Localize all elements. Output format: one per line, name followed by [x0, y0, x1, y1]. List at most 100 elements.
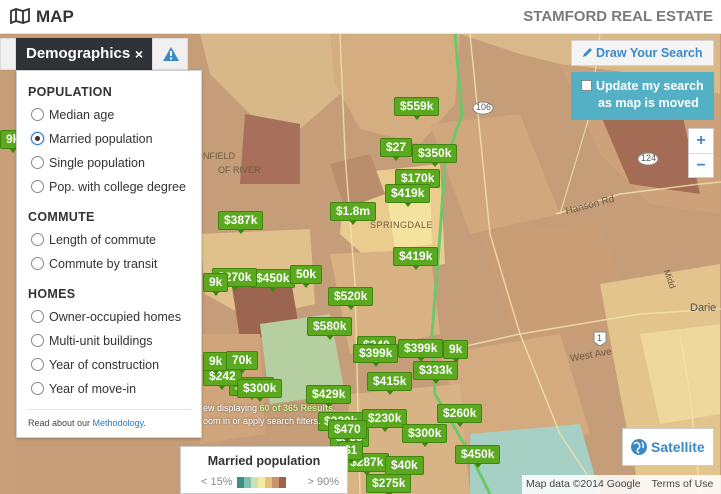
divider [27, 409, 191, 410]
update-on-move-toggle[interactable]: Update my search as map is moved [571, 72, 714, 120]
methodology-prefix: Read about our [28, 418, 93, 428]
radio-icon[interactable] [31, 382, 44, 395]
warning-tab[interactable] [152, 38, 188, 70]
option-label: Length of commute [49, 233, 157, 247]
results-message: ew displaying 60 of 365 Results. oom in … [203, 402, 336, 428]
price-pin[interactable]: $387k [218, 211, 264, 234]
price-pin[interactable]: $419k [393, 247, 439, 270]
place-label-of-river: OF RIVER [218, 165, 261, 175]
option-label: Median age [49, 108, 115, 122]
price-pin[interactable]: $350k [412, 144, 458, 167]
radio-icon[interactable] [31, 108, 44, 121]
price-pin[interactable]: $419k [385, 184, 431, 207]
legend-color-ramp [237, 477, 286, 488]
legend-swatch [251, 477, 258, 488]
price-pin[interactable]: $275k [366, 474, 412, 494]
road-shield-124: 124 [641, 153, 657, 163]
methodology-note: Read about our Methodology. [28, 418, 146, 428]
results-hint: oom in or apply search filters. [203, 416, 321, 426]
legend-swatch [244, 477, 251, 488]
option-label: Pop. with college degree [49, 180, 186, 194]
option-owner-occupied[interactable]: Owner-occupied homes [31, 308, 181, 326]
top-bar: MAP STAMFORD REAL ESTATE [0, 0, 721, 34]
price-pin[interactable]: $580k [307, 317, 353, 340]
radio-icon[interactable] [31, 310, 44, 323]
brand-name[interactable]: STAMFORD REAL ESTATE [523, 8, 713, 25]
price-pin[interactable]: $300k [402, 424, 448, 447]
price-pin[interactable]: $333k [413, 361, 459, 384]
price-pin[interactable]: $260k [437, 404, 483, 427]
map-data-credit: Map data ©2014 Google [526, 478, 641, 490]
option-year-of-move-in[interactable]: Year of move-in [31, 380, 136, 398]
price-pin[interactable]: $399k [398, 339, 444, 362]
option-married-population[interactable]: Married population [31, 130, 153, 148]
road-shield-106: 106 [476, 102, 492, 112]
price-pin[interactable]: $520k [328, 287, 374, 310]
update-checkbox[interactable] [581, 80, 592, 91]
radio-icon[interactable] [31, 233, 44, 246]
price-pin[interactable]: $399k [353, 344, 399, 367]
close-icon[interactable]: × [135, 38, 143, 70]
radio-icon[interactable] [31, 156, 44, 169]
price-pin[interactable]: 9k [203, 273, 229, 296]
map-icon [10, 7, 30, 29]
option-median-age[interactable]: Median age [31, 106, 114, 124]
legend-low-label: < 15% [201, 476, 233, 488]
option-label: Married population [49, 132, 153, 146]
option-college-degree[interactable]: Pop. with college degree [31, 178, 186, 196]
price-pin[interactable]: 9k [203, 352, 229, 375]
price-pin[interactable]: $40k [385, 456, 424, 479]
price-pin[interactable]: 50k [290, 265, 323, 288]
globe-icon [631, 439, 647, 455]
option-length-of-commute[interactable]: Length of commute [31, 231, 156, 249]
section-heading-population: POPULATION [28, 85, 113, 99]
collapsed-side-tab[interactable] [0, 38, 16, 70]
price-pin[interactable]: $230k [362, 409, 408, 432]
option-label: Single population [49, 156, 145, 170]
option-label: Year of construction [49, 358, 160, 372]
place-label-darien: Darie [690, 302, 717, 314]
price-pin[interactable]: $559k [394, 97, 440, 120]
radio-icon[interactable] [31, 257, 44, 270]
demographics-tab[interactable]: Demographics × [16, 38, 152, 70]
price-pin[interactable]: 9k [443, 340, 469, 363]
section-heading-homes: HOMES [28, 287, 76, 301]
option-year-of-construction[interactable]: Year of construction [31, 356, 159, 374]
results-count: 60 of 365 Results [259, 403, 334, 413]
price-pin[interactable]: $1.8m [330, 202, 377, 225]
zoom-in-button[interactable]: + [689, 129, 713, 153]
option-label: Commute by transit [49, 257, 158, 271]
draw-search-button[interactable]: Draw Your Search [571, 40, 714, 66]
update-label-line2: as map is moved [598, 96, 699, 110]
legend-swatch [265, 477, 272, 488]
price-pin[interactable]: $450k [455, 445, 501, 468]
satellite-button[interactable]: Satellite [622, 428, 714, 466]
option-label: Multi-unit buildings [49, 334, 153, 348]
price-pin[interactable]: $300k [237, 379, 283, 402]
radio-selected-icon[interactable] [31, 132, 44, 145]
legend-title: Married population [207, 454, 321, 468]
option-label: Owner-occupied homes [49, 310, 182, 324]
results-suffix: . [333, 403, 336, 413]
radio-icon[interactable] [31, 180, 44, 193]
legend-swatch [279, 477, 286, 488]
zoom-out-button[interactable]: − [689, 153, 713, 177]
radio-icon[interactable] [31, 334, 44, 347]
terms-link[interactable]: Terms of Use [652, 478, 714, 490]
pencil-icon [583, 48, 592, 57]
update-label-line1: Update my search [596, 79, 704, 93]
draw-search-label: Draw Your Search [596, 46, 703, 60]
results-prefix: ew displaying [203, 403, 260, 413]
price-pin[interactable]: 70k [226, 351, 259, 374]
legend-swatch [237, 477, 244, 488]
place-label-nfield: NFIELD [203, 151, 236, 161]
methodology-link[interactable]: Methodology [93, 418, 144, 428]
option-label: Year of move-in [49, 382, 137, 396]
price-pin[interactable]: $415k [367, 372, 413, 395]
option-commute-by-transit[interactable]: Commute by transit [31, 255, 157, 273]
radio-icon[interactable] [31, 358, 44, 371]
option-single-population[interactable]: Single population [31, 154, 145, 172]
option-multi-unit[interactable]: Multi-unit buildings [31, 332, 153, 350]
demographics-tab-label: Demographics [26, 45, 131, 62]
price-pin[interactable]: $27 [380, 138, 413, 161]
